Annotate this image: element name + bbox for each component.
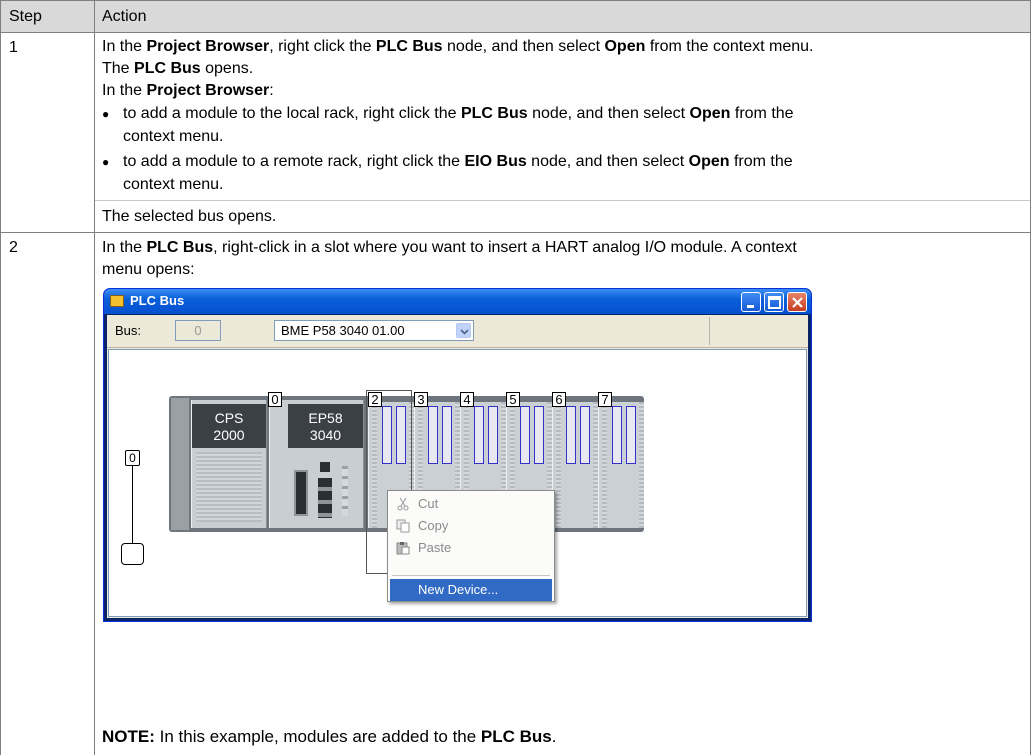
cpu-module[interactable]: EP58 3040 — [269, 400, 364, 528]
slot-number-0: 0 — [268, 392, 282, 407]
cps-label-1: CPS — [214, 410, 244, 426]
cpu-ethernet-ports — [318, 478, 332, 518]
toolbar-separator — [709, 317, 710, 345]
bus-end-node[interactable] — [121, 543, 144, 565]
row1-footer: The selected bus opens. — [102, 208, 277, 225]
close-icon — [792, 297, 803, 308]
window-client: Bus: 0 BME P58 3040 01.00 0 CPS 2000 EP5… — [107, 315, 808, 618]
window-titlebar[interactable]: PLC Bus — [104, 289, 811, 314]
bus-number-field[interactable]: 0 — [175, 320, 221, 341]
empty-slot-7[interactable] — [598, 402, 644, 528]
scissors-icon — [397, 497, 409, 511]
row1-line2: The PLC Bus opens. — [102, 60, 254, 77]
row1-bullet1-line2: context menu. — [123, 128, 224, 145]
menu-item-copy[interactable]: Copy — [390, 515, 552, 537]
cpu-key-slot — [294, 470, 308, 516]
minimize-icon — [747, 305, 754, 308]
row2-line1: In the PLC Bus, right-click in a slot wh… — [102, 239, 797, 256]
cpu-port — [320, 462, 330, 472]
slot-number-7: 7 — [598, 392, 612, 407]
plc-bus-app-icon — [110, 295, 124, 307]
column-divider — [94, 0, 95, 755]
cpu-select-value: BME P58 3040 01.00 — [281, 323, 405, 338]
rack-canvas[interactable]: 0 CPS 2000 EP58 3040 0 2 3 4 5 6 7 Cut C… — [108, 349, 807, 617]
slot-number-5: 5 — [506, 392, 520, 407]
copy-icon — [396, 519, 410, 533]
header-step: Step — [9, 8, 42, 25]
menu-separator — [392, 575, 550, 576]
menu-item-paste[interactable]: Paste — [390, 537, 552, 559]
row1-line1: In the Project Browser, right click the … — [102, 38, 814, 55]
power-supply-module[interactable]: CPS 2000 — [191, 400, 267, 528]
step-number-2: 2 — [9, 239, 18, 256]
header-action: Action — [102, 8, 147, 25]
maximize-button[interactable] — [764, 292, 784, 312]
row1-bullet2-line1: to add a module to a remote rack, right … — [123, 153, 793, 170]
maximize-icon — [768, 296, 781, 309]
cpu-leds — [342, 466, 348, 516]
row1-inner-divider — [95, 200, 1030, 201]
plc-bus-window: PLC Bus Bus: 0 BME P58 3040 01.00 0 CPS … — [103, 288, 812, 622]
cpu-label-1: EP58 — [308, 410, 343, 426]
slot-number-6: 6 — [552, 392, 566, 407]
slot-number-3: 3 — [414, 392, 428, 407]
row2-line2: menu opens: — [102, 261, 195, 278]
close-button[interactable] — [787, 292, 807, 312]
row1-bullet2-line2: context menu. — [123, 176, 224, 193]
rack-number-badge[interactable]: 0 — [125, 450, 140, 466]
minimize-button[interactable] — [741, 292, 761, 312]
cpu-label-2: 3040 — [309, 427, 342, 443]
cpu-select[interactable]: BME P58 3040 01.00 — [274, 320, 474, 341]
row2-note: NOTE: In this example, modules are added… — [102, 727, 557, 746]
menu-item-cut[interactable]: Cut — [390, 493, 552, 515]
header-divider — [1, 32, 1030, 33]
slot-number-4: 4 — [460, 392, 474, 407]
context-menu: Cut Copy Paste New Device... — [387, 490, 555, 602]
menu-item-new-device[interactable]: New Device... — [390, 579, 552, 601]
window-title: PLC Bus — [130, 293, 185, 308]
row1-bullet1-line1: to add a module to the local rack, right… — [123, 105, 794, 122]
empty-slot-6[interactable] — [552, 402, 598, 528]
module-grill — [196, 452, 262, 522]
bus-label: Bus: — [115, 323, 142, 338]
step-number-1: 1 — [9, 39, 18, 56]
cps-label-2: 2000 — [213, 427, 245, 443]
bus-toolbar: Bus: 0 BME P58 3040 01.00 — [107, 315, 808, 348]
table-header: Step Action — [1, 0, 1030, 32]
bus-connector-line — [132, 466, 133, 544]
row-divider — [1, 232, 1030, 233]
chevron-down-icon[interactable] — [456, 323, 471, 338]
bullet-1: ● — [102, 107, 110, 121]
row1-line3: In the Project Browser: — [102, 82, 274, 99]
rack-side-plate — [171, 398, 189, 530]
bullet-2: ● — [102, 155, 110, 169]
paste-icon — [396, 542, 410, 555]
